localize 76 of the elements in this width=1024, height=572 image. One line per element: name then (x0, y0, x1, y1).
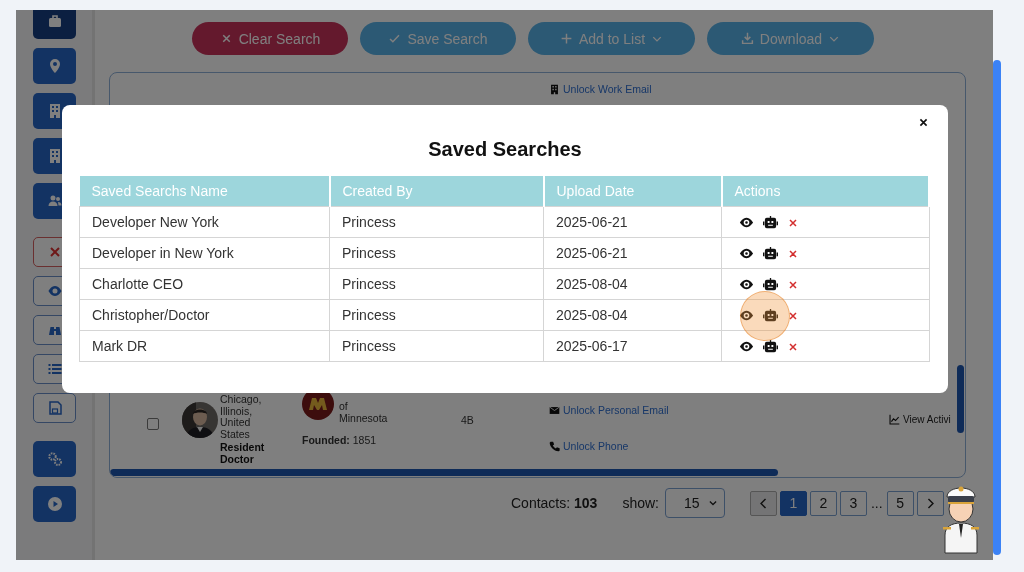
company-name: of (339, 400, 348, 412)
delete-icon[interactable] (786, 309, 799, 322)
page-button[interactable]: 2 (809, 490, 837, 516)
table-cell: 2025-08-04 (543, 299, 722, 331)
briefcase-icon (46, 13, 63, 29)
page-button[interactable]: 1 (779, 490, 807, 516)
download-icon (740, 32, 754, 45)
close-icon (918, 117, 929, 128)
eye-icon (46, 283, 63, 299)
contacts-count: Contacts: 103 (511, 495, 598, 511)
table-cell: Princess (329, 237, 544, 269)
toolbar-button[interactable]: Save Search (360, 22, 516, 55)
page-button[interactable]: 5 (886, 490, 914, 516)
row-checkbox[interactable] (147, 418, 159, 430)
gears-icon (46, 451, 63, 467)
scrollbar-thumb[interactable] (957, 365, 964, 433)
delete-icon[interactable] (786, 340, 799, 353)
save-icon (46, 400, 63, 416)
company-size: 4B (461, 414, 474, 426)
table-cell: Christopher/Doctor (79, 299, 330, 331)
column-header: Created By (329, 176, 544, 207)
page-ellipsis: ... (869, 495, 884, 511)
location-text: Illinois, (220, 405, 253, 418)
table-cell: Princess (329, 206, 544, 238)
toolbar-button[interactable]: Clear Search (192, 22, 348, 55)
phone-icon (549, 440, 560, 452)
table-cell: Princess (329, 299, 544, 331)
delete-icon[interactable] (786, 278, 799, 291)
column-header: Saved Searchs Name (79, 176, 330, 207)
click-indicator (740, 291, 790, 341)
robot-icon[interactable] (762, 215, 778, 231)
plus-icon (559, 32, 573, 45)
dialog-title: Saved Searches (427, 138, 583, 161)
location-text: United (220, 417, 251, 429)
column-header: Upload Date (543, 176, 722, 207)
robot-icon[interactable] (762, 308, 778, 324)
robot-icon[interactable] (762, 246, 778, 262)
table-cell: 2025-06-21 (543, 206, 722, 238)
scrollbar-thumb[interactable] (110, 469, 778, 476)
delete-icon[interactable] (786, 216, 799, 229)
play-icon (46, 496, 63, 512)
table-cell: 2025-06-21 (543, 237, 722, 269)
page-size-select[interactable]: 15 (664, 488, 725, 518)
table-cell: 2025-06-17 (543, 330, 722, 362)
show-label: show: (622, 495, 659, 511)
unlock-link[interactable]: Unlock Phone (549, 440, 629, 452)
table-cell: Developer in New York (79, 237, 330, 269)
table-cell: Princess (329, 330, 544, 362)
job-title: Resident Doctor (220, 442, 266, 466)
location-text: States (220, 428, 250, 441)
building-icon (549, 83, 560, 95)
delete-icon[interactable] (786, 247, 799, 260)
location-text: Chicago, (220, 394, 262, 406)
envelope-icon (549, 404, 560, 416)
page-button[interactable]: 3 (839, 490, 867, 516)
unlock-work-email-link[interactable]: Unlock Work Email (549, 83, 652, 95)
company-name: Minnesota (339, 412, 388, 424)
founded-text: Founded: 1851 (302, 434, 377, 446)
table-cell: Charlotte CEO (79, 268, 330, 300)
view-activity-link[interactable]: View Activi (889, 414, 951, 425)
scrollbar-thumb[interactable] (993, 60, 1001, 555)
table-cell: Developer New York (79, 206, 330, 238)
table-cell: Mark DR (79, 330, 330, 362)
line-chart-icon (889, 414, 900, 425)
page-button[interactable] (916, 490, 944, 516)
table-cell: Princess (329, 268, 544, 300)
column-header: Actions (721, 176, 929, 207)
toolbar-button[interactable]: Download (707, 22, 874, 55)
table-cell: 2025-08-04 (543, 268, 722, 300)
robot-icon[interactable] (762, 277, 778, 293)
list-icon (46, 361, 63, 377)
toolbar-button[interactable]: Add to List (528, 22, 695, 55)
chevron-down-icon (707, 498, 718, 508)
robot-icon[interactable] (762, 339, 778, 355)
unlock-link[interactable]: Unlock Personal Email (549, 404, 669, 416)
check-icon (388, 32, 402, 45)
